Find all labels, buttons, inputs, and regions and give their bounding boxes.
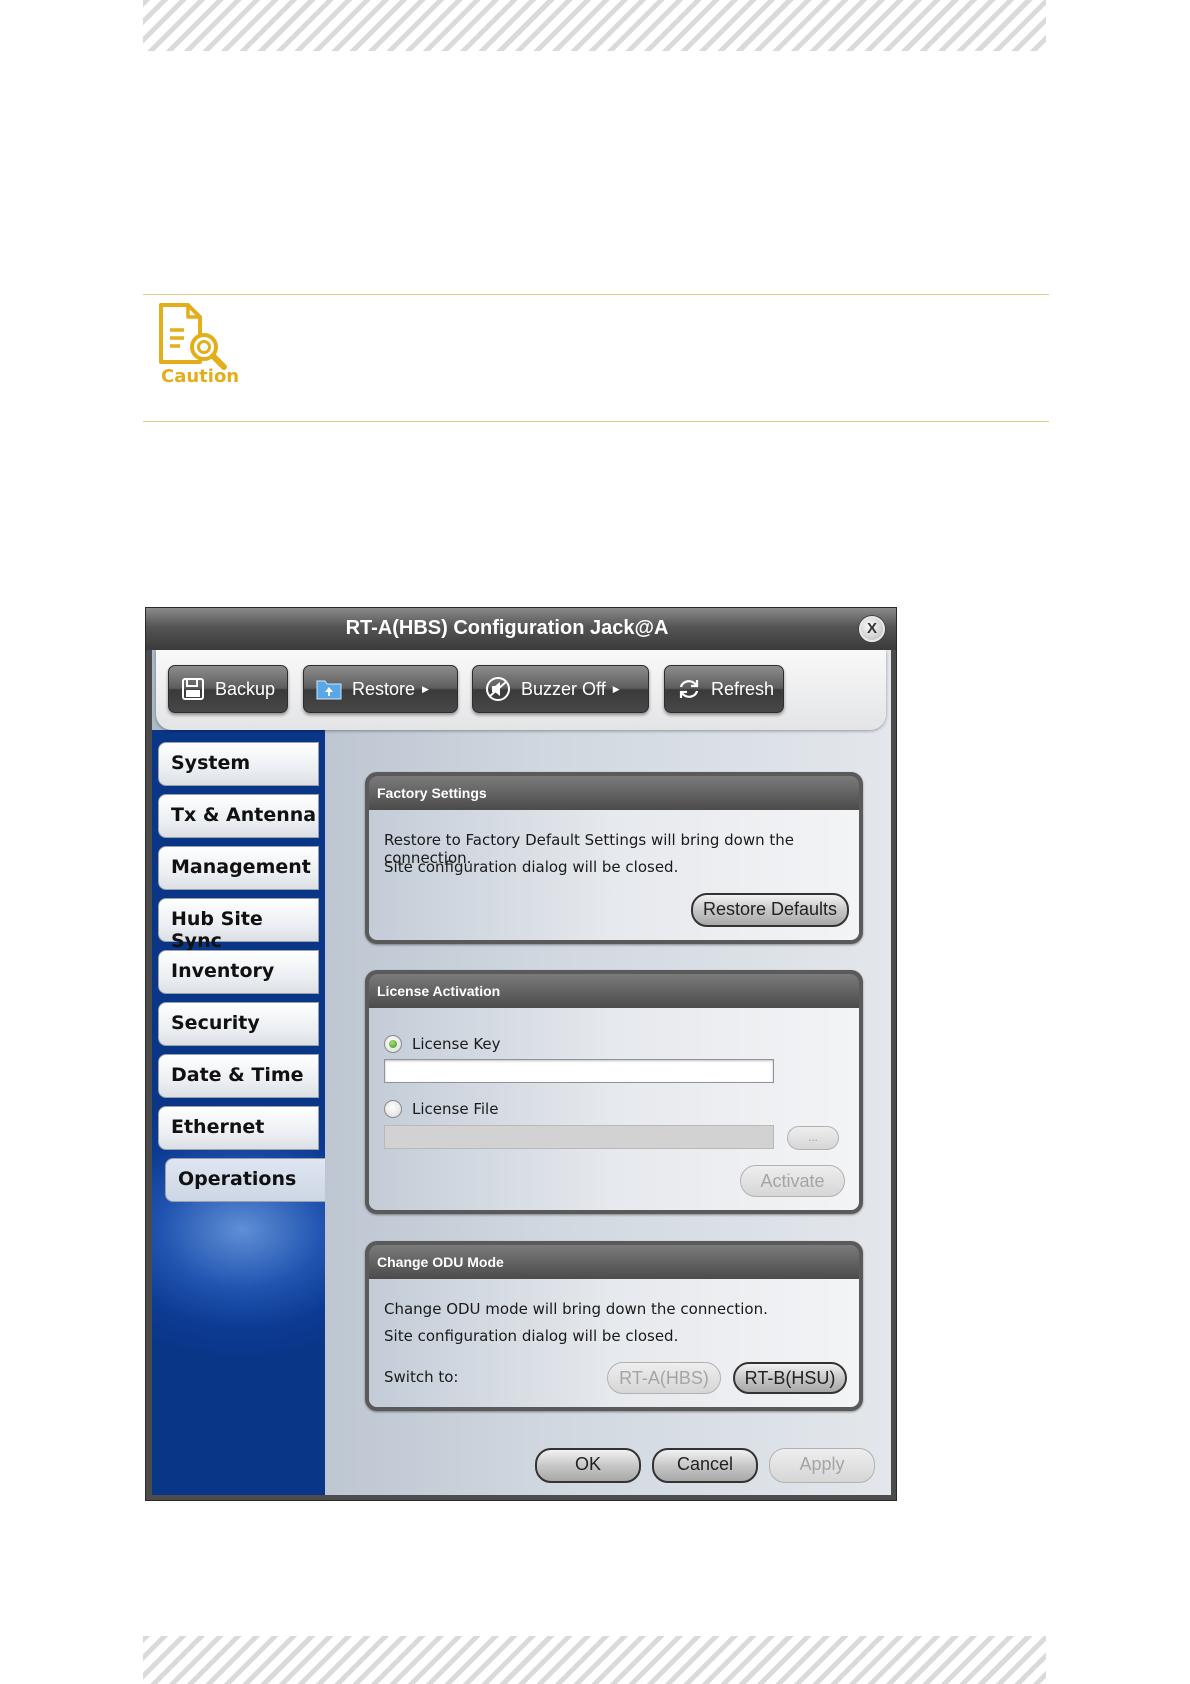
ok-button[interactable]: OK <box>535 1448 641 1483</box>
activate-button: Activate <box>740 1165 845 1197</box>
change-odu-mode-title: Change ODU Mode <box>369 1245 859 1279</box>
refresh-icon <box>679 680 699 698</box>
license-key-radio[interactable] <box>384 1035 402 1053</box>
factory-settings-text-2: Site configuration dialog will be closed… <box>384 858 679 876</box>
change-odu-mode-body: Change ODU mode will bring down the conn… <box>369 1279 859 1407</box>
folder-icon <box>316 680 342 700</box>
sidebar-item-date-time[interactable]: Date & Time <box>158 1054 319 1098</box>
buzzer-dropdown-arrow-icon: ▶ <box>612 683 620 694</box>
buzzer-off-button[interactable]: Buzzer Off ▶ <box>472 665 649 713</box>
sidebar-item-management[interactable]: Management <box>158 846 319 890</box>
restore-button[interactable]: Restore ▶ <box>303 665 458 713</box>
cancel-button[interactable]: Cancel <box>652 1448 758 1483</box>
caution-label: Caution <box>161 366 240 387</box>
license-activation-title: License Activation <box>369 974 859 1008</box>
dialog-title: RT-A(HBS) Configuration Jack@A <box>345 617 669 639</box>
sidebar-item-system[interactable]: System <box>158 742 319 786</box>
site-configuration-dialog: RT-A(HBS) Configuration Jack@A X System … <box>145 607 897 1501</box>
sidebar-item-tx-antenna[interactable]: Tx & Antenna <box>158 794 319 838</box>
toolbar: Backup Restore ▶ Buzzer Off ▶ Refresh <box>156 650 886 730</box>
sidebar: System Tx & Antenna Management Hub Site … <box>152 730 325 1495</box>
sidebar-item-inventory[interactable]: Inventory <box>158 950 319 994</box>
license-activation-body: License Key License File ... Activate <box>369 1008 859 1210</box>
page-footer-hatch <box>143 1636 1046 1684</box>
factory-settings-body: Restore to Factory Default Settings will… <box>369 810 859 940</box>
switch-to-label: Switch to: <box>384 1368 459 1386</box>
license-file-radio[interactable] <box>384 1100 402 1118</box>
factory-settings-group: Factory Settings Restore to Factory Defa… <box>365 772 863 944</box>
factory-settings-title: Factory Settings <box>369 776 859 810</box>
backup-label: Backup <box>215 678 276 699</box>
browse-button: ... <box>787 1126 839 1150</box>
license-key-label: License Key <box>412 1035 501 1053</box>
change-odu-text-1: Change ODU mode will bring down the conn… <box>384 1300 768 1318</box>
sidebar-item-hub-site-sync[interactable]: Hub Site Sync <box>158 898 319 952</box>
page-header-hatch <box>143 0 1046 51</box>
caution-top-rule <box>143 294 1049 295</box>
restore-dropdown-arrow-icon: ▶ <box>422 683 429 694</box>
dialog-body: System Tx & Antenna Management Hub Site … <box>152 650 891 1495</box>
sidebar-item-ethernet[interactable]: Ethernet <box>158 1106 319 1150</box>
apply-button: Apply <box>769 1448 875 1483</box>
refresh-button[interactable]: Refresh <box>664 665 784 713</box>
backup-button[interactable]: Backup <box>168 665 288 713</box>
floppy-disk-icon <box>182 678 204 700</box>
rt-b-hsu-button[interactable]: RT-B(HSU) <box>733 1362 847 1394</box>
caution-bottom-rule <box>143 421 1049 422</box>
license-file-label: License File <box>412 1100 499 1118</box>
refresh-label: Refresh <box>711 678 775 699</box>
change-odu-mode-group: Change ODU Mode Change ODU mode will bri… <box>365 1241 863 1411</box>
license-key-input[interactable] <box>384 1059 774 1083</box>
license-file-input <box>384 1125 774 1149</box>
restore-defaults-button[interactable]: Restore Defaults <box>691 893 849 927</box>
rt-a-hbs-button: RT-A(HBS) <box>607 1362 721 1394</box>
dialog-titlebar[interactable]: RT-A(HBS) Configuration Jack@A X <box>146 608 896 650</box>
restore-label: Restore <box>352 678 416 699</box>
close-button[interactable]: X <box>859 616 885 642</box>
change-odu-text-2: Site configuration dialog will be closed… <box>384 1327 679 1345</box>
speaker-mute-icon <box>486 677 510 701</box>
sidebar-item-operations[interactable]: Operations <box>165 1158 325 1202</box>
buzzer-off-label: Buzzer Off <box>521 678 606 699</box>
sidebar-item-security[interactable]: Security <box>158 1002 319 1046</box>
license-activation-group: License Activation License Key License F… <box>365 970 863 1214</box>
